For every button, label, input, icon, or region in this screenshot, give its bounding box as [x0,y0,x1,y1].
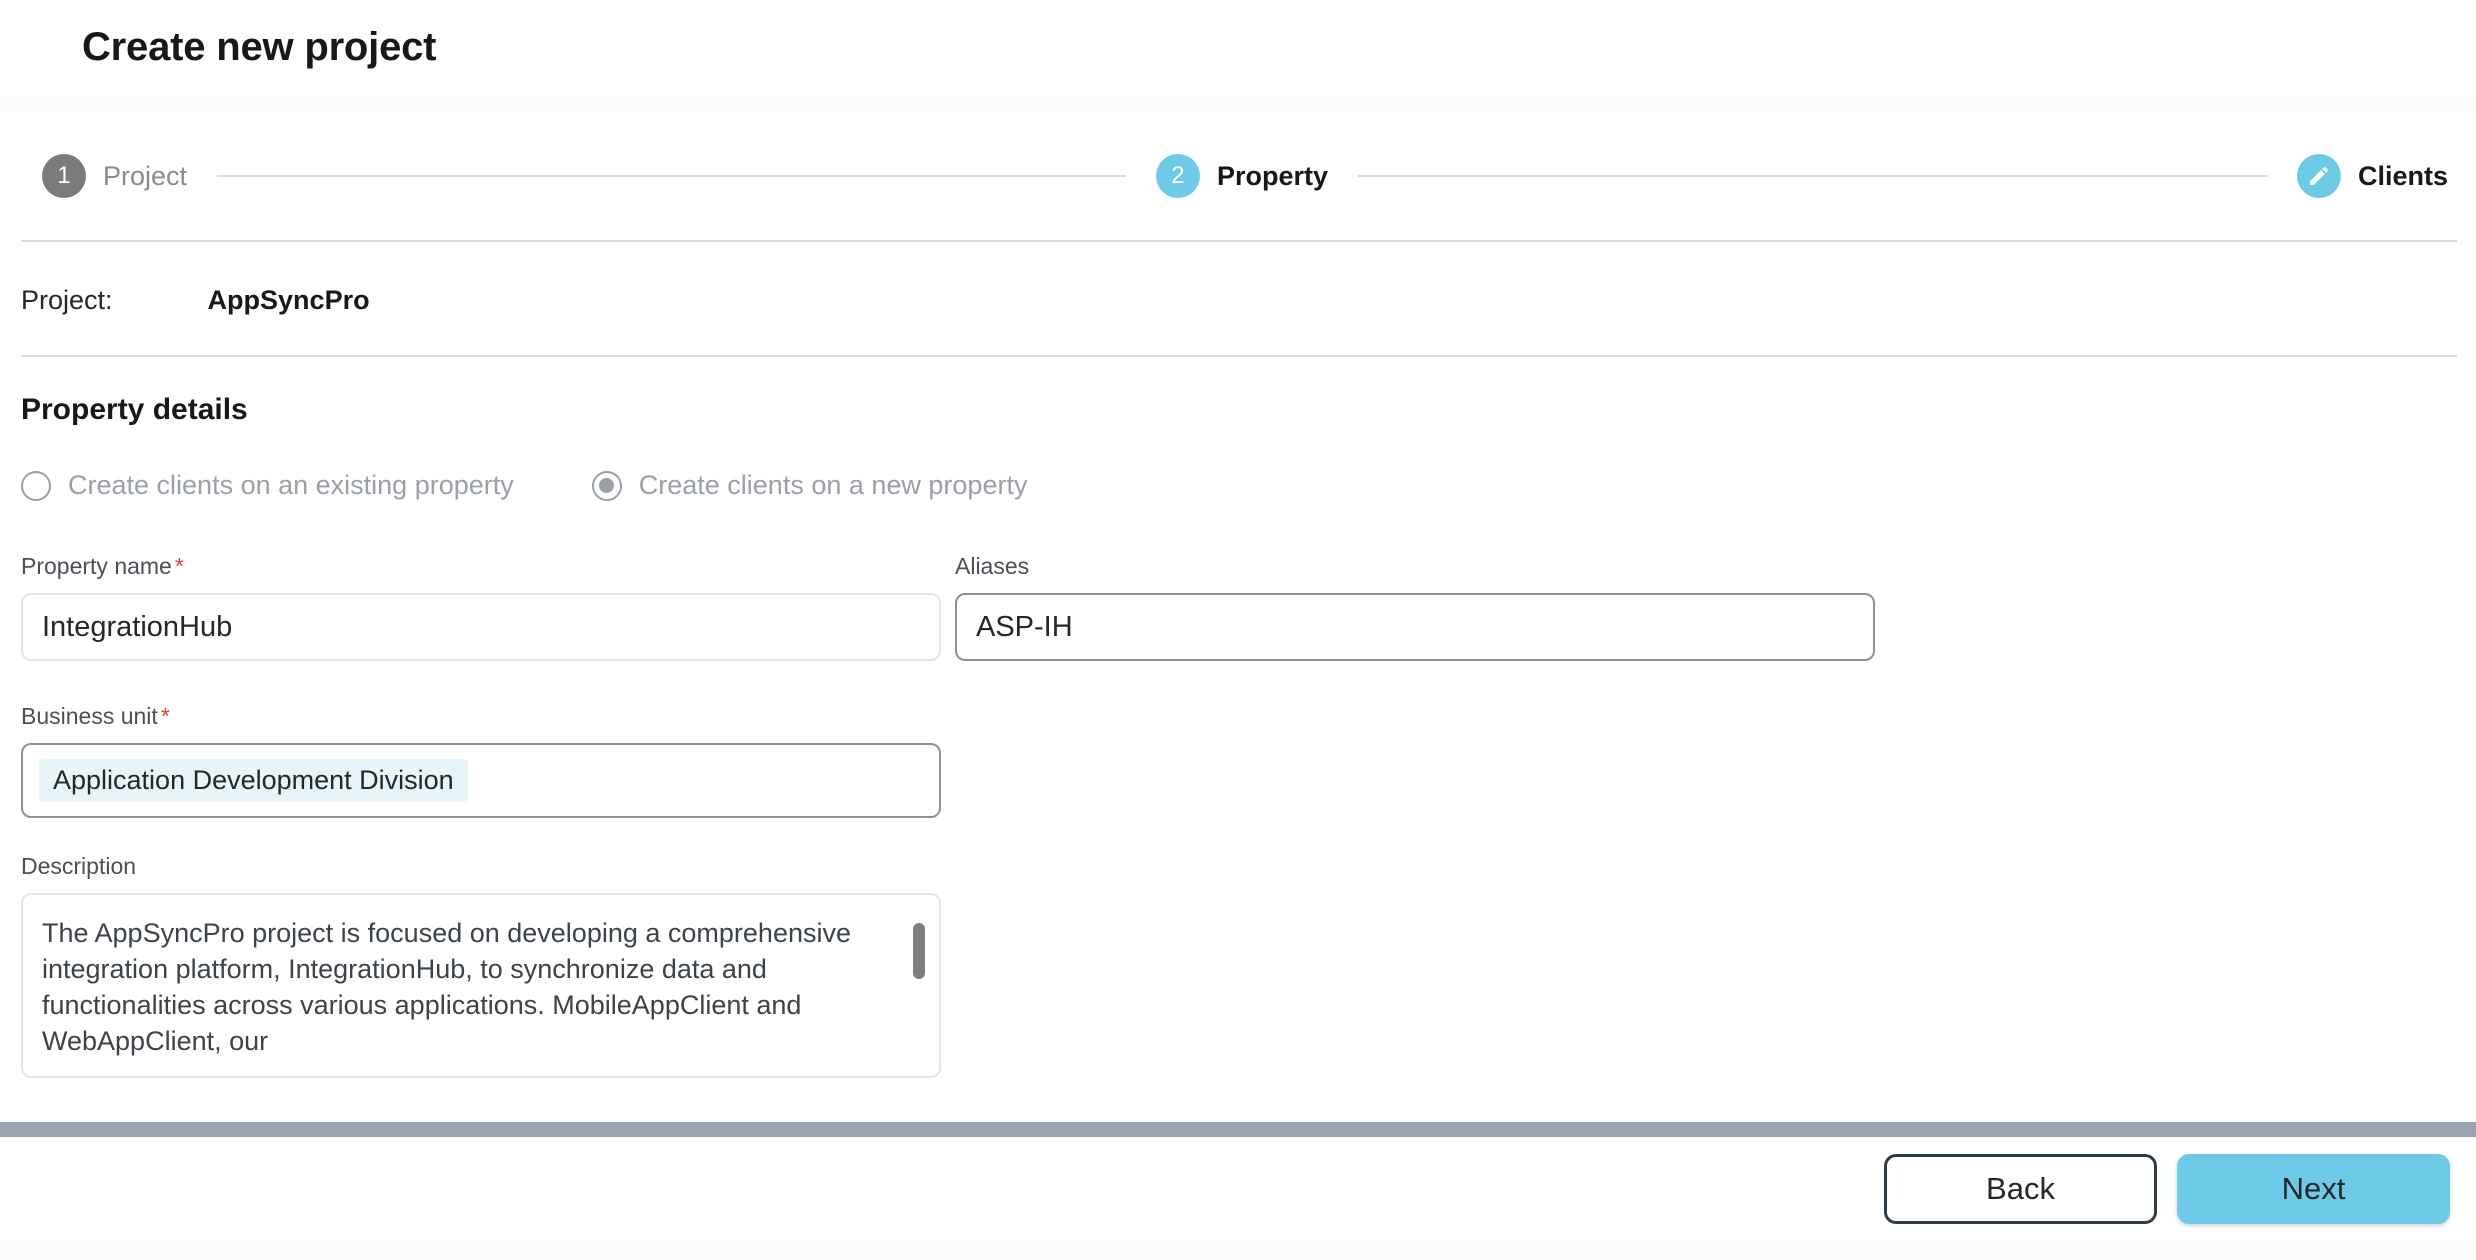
description-text: The AppSyncPro project is focused on dev… [42,918,859,1056]
wizard-footer: Back Next [0,1137,2476,1241]
business-unit-select[interactable]: Application Development Division [21,743,941,818]
step-connector-1 [217,175,1126,177]
divider-below-stepper [21,240,2457,242]
aliases-field: Aliases ASP-IH [955,553,1875,661]
page-title: Create new project [82,25,437,69]
wizard-stepper: 1 Project 2 Property Clients [0,112,2476,240]
business-unit-field: Business unit * Application Development D… [21,703,941,818]
radio-unchecked-icon [21,470,51,501]
radio-checked-icon [591,470,622,501]
radio-existing-property-label: Create clients on an existing property [68,470,514,500]
footer-band [0,1241,2476,1260]
step-1-label: Project [103,160,188,191]
pencil-icon [2307,164,2331,188]
step-1-badge: 1 [42,154,86,198]
radio-dot [599,478,615,493]
divider-below-project [21,355,2457,357]
project-key-label: Project: [21,285,113,315]
step-3-badge [2296,154,2341,198]
step-clients[interactable]: Clients [2296,154,2448,198]
radio-new-property[interactable]: Create clients on a new property [591,470,1028,501]
project-name-value: AppSyncPro [207,285,370,315]
business-unit-chip[interactable]: Application Development Division [39,759,468,802]
business-unit-label: Business unit * [21,703,170,729]
header-band [0,95,2476,112]
create-project-wizard: Create new project 1 Project 2 Property [0,0,2476,1260]
property-mode-radio-group: Create clients on an existing property C… [21,470,1027,501]
aliases-input[interactable]: ASP-IH [955,593,1875,661]
next-button[interactable]: Next [2177,1154,2450,1224]
step-2-badge: 2 [1155,154,1200,198]
description-scroll-thumb[interactable] [913,923,925,979]
radio-new-property-label: Create clients on a new property [638,470,1028,500]
step-property[interactable]: 2 Property [1155,154,1329,198]
property-name-input[interactable]: IntegrationHub [21,593,941,661]
project-summary-row: Project: AppSyncPro [21,285,370,316]
step-project[interactable]: 1 Project [42,154,187,198]
description-scrollbar[interactable] [913,905,925,1066]
required-marker: * [174,553,184,579]
description-field: Description The AppSyncPro project is fo… [21,853,941,1078]
back-button[interactable]: Back [1884,1154,2157,1224]
step-connector-2 [1358,175,2267,177]
step-2-label: Property [1216,160,1329,191]
aliases-label: Aliases [955,553,1030,579]
description-textarea[interactable]: The AppSyncPro project is focused on dev… [21,893,941,1078]
step-3-label: Clients [2357,160,2448,191]
property-name-label: Property name * [21,553,184,579]
description-label: Description [21,853,137,879]
section-title-property-details: Property details [21,393,248,426]
footer-separator-bar [0,1122,2476,1137]
radio-existing-property[interactable]: Create clients on an existing property [21,470,514,501]
page-header: Create new project [0,0,2476,95]
required-marker: * [160,703,170,729]
property-name-field: Property name * IntegrationHub [21,553,941,661]
